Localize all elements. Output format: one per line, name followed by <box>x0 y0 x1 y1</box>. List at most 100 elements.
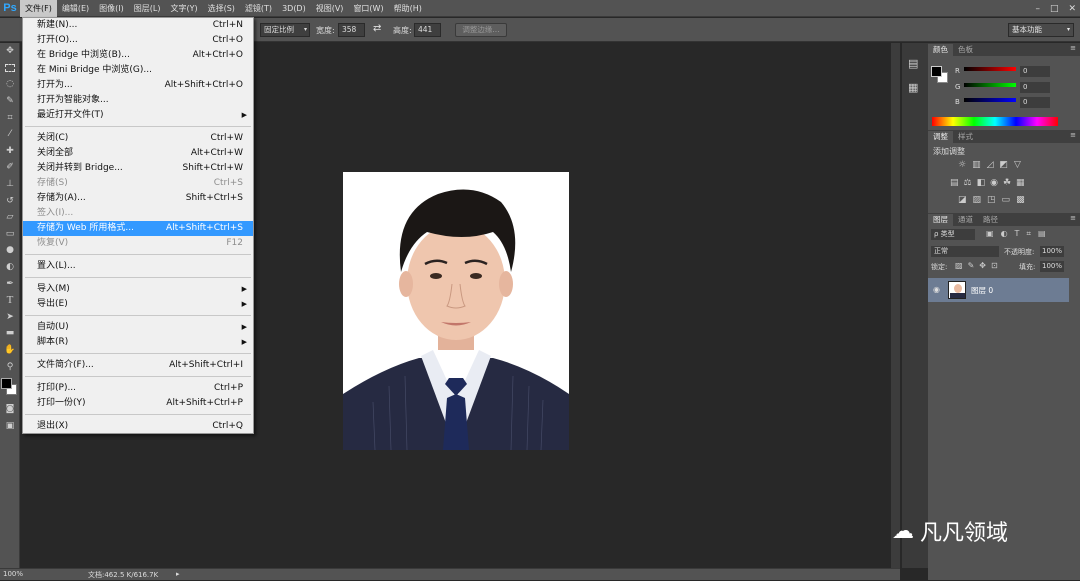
stamp-tool-icon[interactable]: ⊥ <box>0 176 20 193</box>
menu-export[interactable]: 导出(E) ▶ <box>23 297 253 312</box>
posterize-icon[interactable]: ▨ <box>973 195 982 205</box>
adjustment-filter-icon[interactable]: ◐ <box>1001 229 1008 239</box>
color-swatches[interactable] <box>0 375 19 401</box>
quick-mask-icon[interactable]: ◙ <box>0 401 20 418</box>
blend-mode-dropdown[interactable]: 正常 <box>931 246 999 257</box>
panel-menu-icon[interactable]: ≡ <box>1070 131 1076 139</box>
foreground-color-swatch[interactable] <box>1 377 12 389</box>
minimize-icon[interactable]: – <box>1035 4 1040 14</box>
levels-icon[interactable]: ▥ <box>972 160 981 170</box>
color-spectrum-bar[interactable] <box>932 117 1058 126</box>
menu-layer[interactable]: 图层(L) <box>129 0 166 17</box>
menu-file-info[interactable]: 文件简介(F)... Alt+Shift+Ctrl+I <box>23 358 253 373</box>
height-field[interactable]: 441 <box>414 23 441 37</box>
layer-name[interactable]: 图层 0 <box>971 285 993 296</box>
menu-view[interactable]: 视图(V) <box>311 0 349 17</box>
color-lookup-icon[interactable]: ▦ <box>1016 178 1025 188</box>
lock-pixels-icon[interactable]: ✎ <box>968 261 975 270</box>
menu-help[interactable]: 帮助(H) <box>389 0 427 17</box>
crop-tool-icon[interactable]: ⌗ <box>0 109 20 126</box>
menu-print-one-copy[interactable]: 打印一份(Y) Alt+Shift+Ctrl+P <box>23 396 253 411</box>
fill-field[interactable]: 100% <box>1040 261 1064 272</box>
menu-type[interactable]: 文字(Y) <box>165 0 202 17</box>
menu-browse-bridge[interactable]: 在 Bridge 中浏览(B)... Alt+Ctrl+O <box>23 48 253 63</box>
lock-all-icon[interactable]: ⊡ <box>991 261 998 270</box>
tab-layers[interactable]: 图层 <box>928 214 953 226</box>
history-panel-icon[interactable]: ▤ <box>908 57 918 70</box>
menu-import[interactable]: 导入(M) ▶ <box>23 282 253 297</box>
menu-image[interactable]: 图像(I) <box>94 0 129 17</box>
menu-recent-files[interactable]: 最近打开文件(T) ▶ <box>23 108 253 123</box>
eraser-tool-icon[interactable]: ▱ <box>0 209 20 226</box>
history-brush-icon[interactable]: ↺ <box>0 192 20 209</box>
eye-icon[interactable]: ◉ <box>933 285 940 294</box>
menu-save-as[interactable]: 存储为(A)... Shift+Ctrl+S <box>23 191 253 206</box>
move-tool-icon[interactable]: ✥ <box>0 43 20 60</box>
pen-tool-icon[interactable]: ✒ <box>0 275 20 292</box>
document-info[interactable]: 文档:462.5 K/616.7K <box>88 570 158 580</box>
invert-icon[interactable]: ◪ <box>958 195 967 205</box>
document-canvas[interactable] <box>343 172 569 450</box>
zoom-tool-icon[interactable]: ⚲ <box>0 358 20 375</box>
dodge-tool-icon[interactable]: ◐ <box>0 259 20 276</box>
foreground-color-swatch[interactable] <box>931 66 942 77</box>
eyedropper-tool-icon[interactable]: ⁄ <box>0 126 20 143</box>
path-select-tool-icon[interactable]: ➤ <box>0 309 20 326</box>
menu-automate[interactable]: 自动(U) ▶ <box>23 320 253 335</box>
vertical-scrollbar[interactable] <box>891 43 900 568</box>
menu-browse-mini-bridge[interactable]: 在 Mini Bridge 中浏览(G)... <box>23 63 253 78</box>
refine-edge-button[interactable]: 调整边缘... <box>455 23 507 37</box>
menu-close-go-bridge[interactable]: 关闭并转到 Bridge... Shift+Ctrl+W <box>23 161 253 176</box>
menu-3d[interactable]: 3D(D) <box>277 0 311 17</box>
menu-new[interactable]: 新建(N)... Ctrl+N <box>23 18 253 33</box>
exposure-icon[interactable]: ◩ <box>1000 160 1009 170</box>
menu-open[interactable]: 打开(O)... Ctrl+O <box>23 33 253 48</box>
pixel-filter-icon[interactable]: ▣ <box>986 229 994 239</box>
black-white-icon[interactable]: ◧ <box>977 178 986 188</box>
properties-panel-icon[interactable]: ▦ <box>908 81 918 94</box>
close-icon[interactable]: ✕ <box>1068 4 1076 14</box>
menu-file[interactable]: 文件(F) <box>20 0 57 17</box>
quick-select-tool-icon[interactable]: ✎ <box>0 93 20 110</box>
menu-close[interactable]: 关闭(C) Ctrl+W <box>23 131 253 146</box>
gradient-tool-icon[interactable]: ▭ <box>0 226 20 243</box>
b-slider[interactable] <box>964 98 1016 102</box>
panel-menu-icon[interactable]: ≡ <box>1070 44 1076 52</box>
brightness-icon[interactable]: ☼ <box>958 160 966 170</box>
menu-select[interactable]: 选择(S) <box>203 0 240 17</box>
menu-filter[interactable]: 滤镜(T) <box>240 0 277 17</box>
healing-tool-icon[interactable]: ✚ <box>0 143 20 160</box>
opacity-field[interactable]: 100% <box>1040 246 1064 257</box>
shape-tool-icon[interactable]: ▬ <box>0 325 20 342</box>
tab-channels[interactable]: 通道 <box>953 214 978 226</box>
type-tool-icon[interactable]: T <box>0 292 20 309</box>
g-slider[interactable] <box>964 83 1016 87</box>
r-slider[interactable] <box>964 67 1016 71</box>
menu-print[interactable]: 打印(P)... Ctrl+P <box>23 381 253 396</box>
lasso-tool-icon[interactable]: ◌ <box>0 76 20 93</box>
menu-exit[interactable]: 退出(X) Ctrl+Q <box>23 419 253 434</box>
menu-window[interactable]: 窗口(W) <box>348 0 388 17</box>
gradient-map-icon[interactable]: ▭ <box>1002 195 1011 205</box>
tab-adjustments[interactable]: 调整 <box>928 131 953 143</box>
hand-tool-icon[interactable]: ✋ <box>0 342 20 359</box>
menu-close-all[interactable]: 关闭全部 Alt+Ctrl+W <box>23 146 253 161</box>
menu-open-smart-object[interactable]: 打开为智能对象... <box>23 93 253 108</box>
tab-swatches[interactable]: 色板 <box>953 44 978 56</box>
channel-mixer-icon[interactable]: ☘ <box>1003 178 1011 188</box>
hue-saturation-icon[interactable]: ▤ <box>950 178 959 188</box>
maximize-icon[interactable]: □ <box>1050 4 1059 14</box>
menu-scripts[interactable]: 脚本(R) ▶ <box>23 335 253 350</box>
menu-edit[interactable]: 编辑(E) <box>57 0 94 17</box>
photo-filter-icon[interactable]: ◉ <box>990 178 998 188</box>
curves-icon[interactable]: ◿ <box>987 160 994 170</box>
threshold-icon[interactable]: ◳ <box>987 195 996 205</box>
r-value[interactable]: 0 <box>1020 66 1050 77</box>
blur-tool-icon[interactable]: ● <box>0 242 20 259</box>
selective-color-icon[interactable]: ▩ <box>1016 195 1025 205</box>
smart-object-filter-icon[interactable]: ▤ <box>1038 229 1046 239</box>
swap-icon[interactable]: ⇄ <box>373 23 381 34</box>
menu-open-as[interactable]: 打开为... Alt+Shift+Ctrl+O <box>23 78 253 93</box>
b-value[interactable]: 0 <box>1020 97 1050 108</box>
zoom-level[interactable]: 100% <box>3 570 23 578</box>
